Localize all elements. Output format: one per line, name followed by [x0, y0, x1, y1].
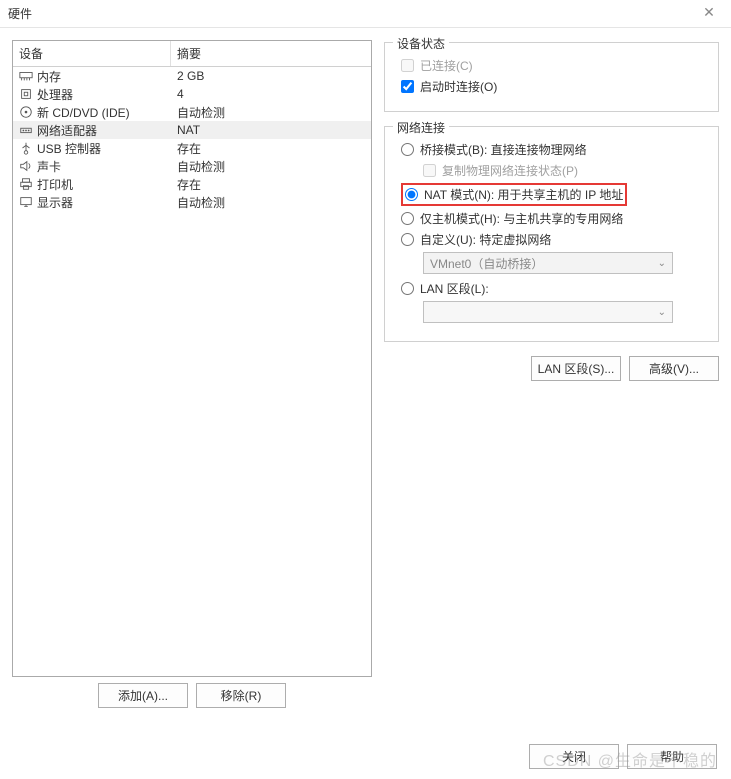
device-row[interactable]: 处理器 4	[13, 85, 371, 103]
device-row[interactable]: 显示器 自动检测	[13, 193, 371, 211]
right-buttons: LAN 区段(S)... 高级(V)...	[384, 356, 719, 381]
custom-network-value: VMnet0（自动桥接）	[430, 255, 543, 272]
memory-icon	[19, 69, 33, 83]
printer-icon	[19, 177, 33, 191]
device-list: 设备 摘要 内存 2 GB 处理器 4 新 CD/DVD (IDE) 自动检测 …	[12, 40, 372, 677]
usb-icon	[19, 141, 33, 155]
device-status-group: 设备状态 已连接(C) 启动时连接(O)	[384, 42, 719, 112]
custom-radio-row[interactable]: 自定义(U): 特定虚拟网络	[395, 231, 708, 248]
device-row[interactable]: 打印机 存在	[13, 175, 371, 193]
device-row[interactable]: 网络适配器 NAT	[13, 121, 371, 139]
device-summary: 自动检测	[171, 193, 371, 212]
connected-checkbox-row: 已连接(C)	[395, 57, 708, 74]
sound-icon	[19, 159, 33, 173]
close-button[interactable]: 关闭	[529, 744, 619, 769]
hostonly-label: 仅主机模式(H): 与主机共享的专用网络	[420, 210, 623, 227]
device-row[interactable]: 内存 2 GB	[13, 67, 371, 85]
replicate-checkbox	[423, 164, 436, 177]
nat-radio-row[interactable]: NAT 模式(N): 用于共享主机的 IP 地址	[395, 183, 708, 206]
connected-checkbox	[401, 59, 414, 72]
network-connection-group: 网络连接 桥接模式(B): 直接连接物理网络 复制物理网络连接状态(P) NAT…	[384, 126, 719, 342]
dialog-content: 设备 摘要 内存 2 GB 处理器 4 新 CD/DVD (IDE) 自动检测 …	[0, 28, 731, 720]
device-row[interactable]: 声卡 自动检测	[13, 157, 371, 175]
device-summary: 存在	[171, 175, 371, 194]
hostonly-radio-row[interactable]: 仅主机模式(H): 与主机共享的专用网络	[395, 210, 708, 227]
left-panel: 设备 摘要 内存 2 GB 处理器 4 新 CD/DVD (IDE) 自动检测 …	[12, 40, 372, 708]
lan-segment-button[interactable]: LAN 区段(S)...	[531, 356, 621, 381]
right-panel: 设备状态 已连接(C) 启动时连接(O) 网络连接 桥接模式(B): 直接连接物…	[384, 40, 719, 708]
device-name: 内存	[37, 68, 61, 85]
device-row[interactable]: USB 控制器 存在	[13, 139, 371, 157]
replicate-row: 复制物理网络连接状态(P)	[395, 162, 708, 179]
lanseg-radio-row[interactable]: LAN 区段(L):	[395, 280, 708, 297]
device-row[interactable]: 新 CD/DVD (IDE) 自动检测	[13, 103, 371, 121]
device-list-header: 设备 摘要	[13, 41, 371, 67]
lanseg-select: ⌄	[423, 301, 673, 323]
add-button[interactable]: 添加(A)...	[98, 683, 188, 708]
device-name: 显示器	[37, 194, 73, 211]
connect-at-power-checkbox[interactable]	[401, 80, 414, 93]
disc-icon	[19, 105, 33, 119]
connected-label: 已连接(C)	[420, 57, 473, 74]
custom-network-select: VMnet0（自动桥接） ⌄	[423, 252, 673, 274]
device-name: 打印机	[37, 176, 73, 193]
bridged-radio[interactable]	[401, 143, 414, 156]
device-name: 网络适配器	[37, 122, 97, 139]
chevron-down-icon: ⌄	[658, 258, 666, 269]
close-icon[interactable]: ✕	[697, 4, 721, 24]
display-icon	[19, 195, 33, 209]
remove-button[interactable]: 移除(R)	[196, 683, 286, 708]
hostonly-radio[interactable]	[401, 212, 414, 225]
custom-label: 自定义(U): 特定虚拟网络	[420, 231, 551, 248]
device-name: USB 控制器	[37, 140, 101, 157]
lanseg-label: LAN 区段(L):	[420, 280, 489, 297]
left-buttons: 添加(A)... 移除(R)	[12, 683, 372, 708]
nat-highlight: NAT 模式(N): 用于共享主机的 IP 地址	[401, 183, 627, 206]
bottom-buttons: 关闭 帮助	[529, 744, 717, 769]
chevron-down-icon: ⌄	[658, 307, 666, 318]
net-icon	[19, 123, 33, 137]
nat-radio[interactable]	[405, 188, 418, 201]
device-summary: 存在	[171, 139, 371, 158]
titlebar: 硬件 ✕	[0, 0, 731, 28]
network-connection-legend: 网络连接	[393, 119, 449, 136]
device-summary: 2 GB	[171, 68, 371, 84]
connect-at-power-label: 启动时连接(O)	[420, 78, 497, 95]
help-button[interactable]: 帮助	[627, 744, 717, 769]
bridged-label: 桥接模式(B): 直接连接物理网络	[420, 141, 587, 158]
connect-at-power-row[interactable]: 启动时连接(O)	[395, 78, 708, 95]
bridged-radio-row[interactable]: 桥接模式(B): 直接连接物理网络	[395, 141, 708, 158]
device-summary: 自动检测	[171, 103, 371, 122]
custom-radio[interactable]	[401, 233, 414, 246]
replicate-label: 复制物理网络连接状态(P)	[442, 162, 578, 179]
device-name: 新 CD/DVD (IDE)	[37, 104, 130, 121]
device-status-legend: 设备状态	[393, 35, 449, 52]
window-title: 硬件	[8, 5, 32, 22]
device-name: 处理器	[37, 86, 73, 103]
lanseg-radio[interactable]	[401, 282, 414, 295]
device-name: 声卡	[37, 158, 61, 175]
header-summary[interactable]: 摘要	[171, 41, 371, 66]
device-summary: 自动检测	[171, 157, 371, 176]
cpu-icon	[19, 87, 33, 101]
device-summary: NAT	[171, 122, 371, 138]
header-device[interactable]: 设备	[13, 41, 171, 66]
advanced-button[interactable]: 高级(V)...	[629, 356, 719, 381]
device-summary: 4	[171, 86, 371, 102]
nat-label: NAT 模式(N): 用于共享主机的 IP 地址	[424, 186, 623, 203]
